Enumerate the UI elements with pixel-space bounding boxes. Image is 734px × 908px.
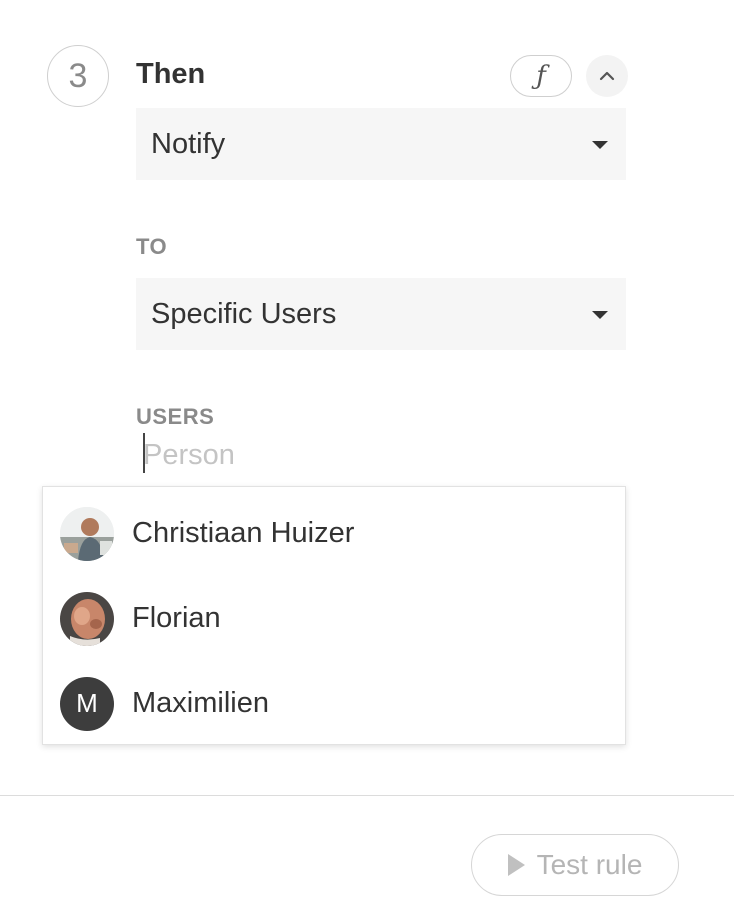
user-suggestions-dropdown: Christiaan Huizer Florian M Maximilien — [42, 486, 626, 745]
person-search-input[interactable] — [143, 435, 443, 475]
step-title: Then — [136, 58, 206, 90]
avatar — [60, 506, 114, 561]
function-icon: ƒ — [536, 61, 546, 91]
collapse-button[interactable] — [586, 55, 628, 97]
user-option-name: Christiaan Huizer — [132, 517, 355, 549]
to-label: TO — [136, 234, 168, 259]
step-number-badge: 3 — [47, 45, 109, 107]
recipient-type-select[interactable]: Specific Users — [136, 278, 626, 350]
user-option-name: Maximilien — [132, 687, 269, 719]
test-rule-button[interactable]: Test rule — [471, 834, 679, 896]
caret-down-icon — [592, 141, 608, 149]
user-option-name: Florian — [132, 602, 221, 634]
user-option-maximilien[interactable]: M Maximilien — [43, 661, 625, 746]
chevron-up-icon — [599, 71, 615, 81]
caret-down-icon — [592, 311, 608, 319]
avatar: M — [60, 676, 114, 731]
user-option-christiaan[interactable]: Christiaan Huizer — [43, 491, 625, 576]
user-option-florian[interactable]: Florian — [43, 576, 625, 661]
action-select[interactable]: Notify — [136, 108, 626, 180]
test-rule-label: Test rule — [536, 849, 643, 880]
formula-button[interactable]: ƒ — [510, 55, 572, 97]
play-icon — [507, 854, 525, 876]
footer-divider — [0, 795, 734, 796]
users-label: USERS — [136, 404, 215, 429]
text-cursor — [143, 433, 145, 473]
recipient-type-value: Specific Users — [151, 297, 337, 330]
step-number: 3 — [68, 56, 88, 95]
action-select-value: Notify — [151, 127, 226, 160]
avatar — [60, 591, 114, 646]
